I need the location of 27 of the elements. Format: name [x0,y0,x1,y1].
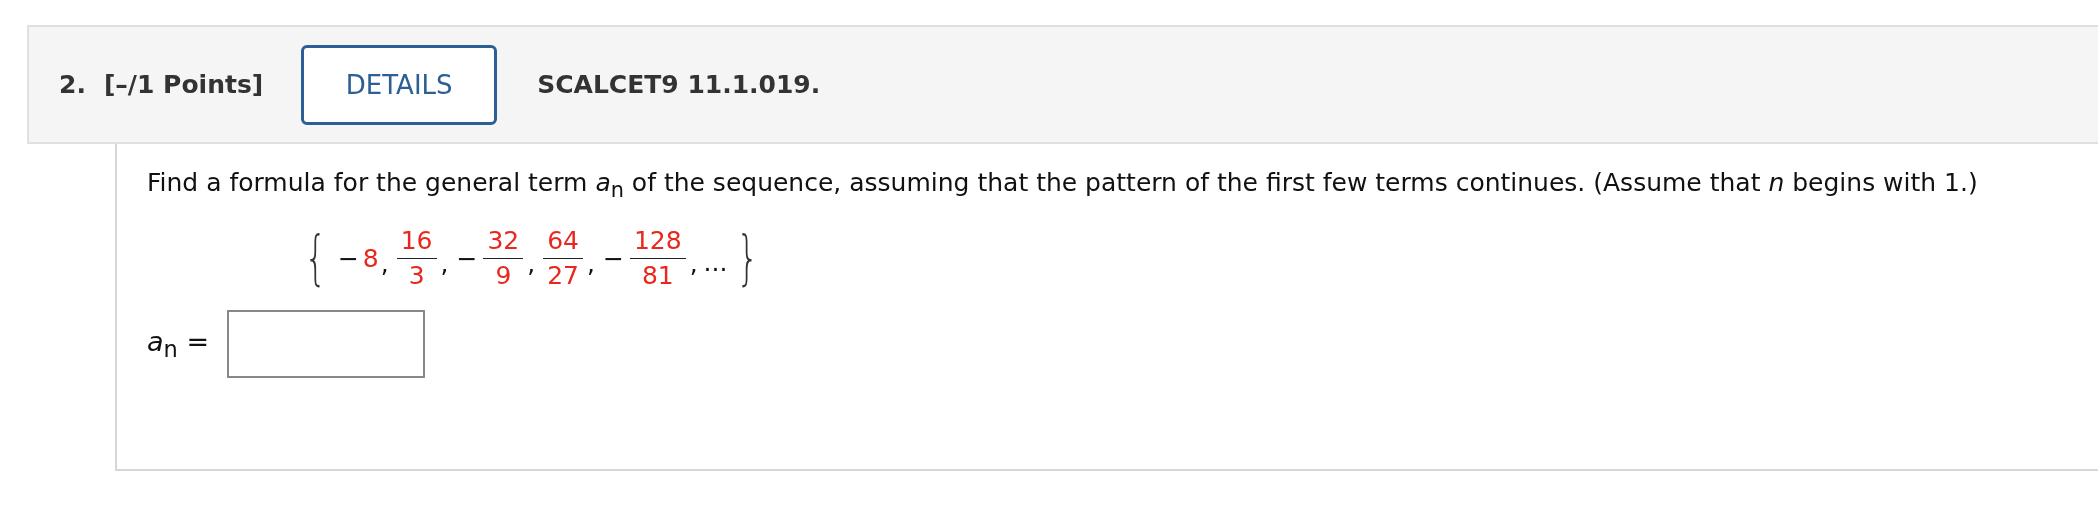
ellipsis: ... [703,247,728,277]
denominator: 3 [407,261,426,289]
minus-sign: − [602,243,624,273]
problem-code: SCALCET9 11.1.019. [537,70,821,99]
details-button[interactable]: DETAILS [301,44,498,125]
numerator: 32 [486,227,521,255]
comma: , [440,248,449,278]
open-brace: { [304,229,327,287]
comma: , [527,248,536,278]
question-number: 2. [59,70,86,99]
comma: , [380,248,389,278]
close-brace: } [736,229,759,287]
numerator: 128 [632,227,683,255]
denominator: 27 [546,261,580,289]
denominator: 9 [494,261,513,289]
answer-label: a$_{n}$ = [147,325,210,363]
comma: , [587,248,595,278]
denominator: 81 [640,261,675,289]
minus-sign: − [337,243,359,273]
comma: , [689,248,698,278]
sequence-term: 8 [362,243,379,273]
question-prompt: Find a formula for the general term a$_{n}$ of the sequence, assuming that the pattern of the first few terms continues. (Assume that n begins with 1.) [147,167,1979,202]
minus-sign: − [456,243,478,273]
numerator: 64 [546,227,580,255]
numerator: 16 [399,227,434,255]
points-label: [–/1 Points] [103,70,264,99]
answer-field[interactable] [227,310,426,378]
